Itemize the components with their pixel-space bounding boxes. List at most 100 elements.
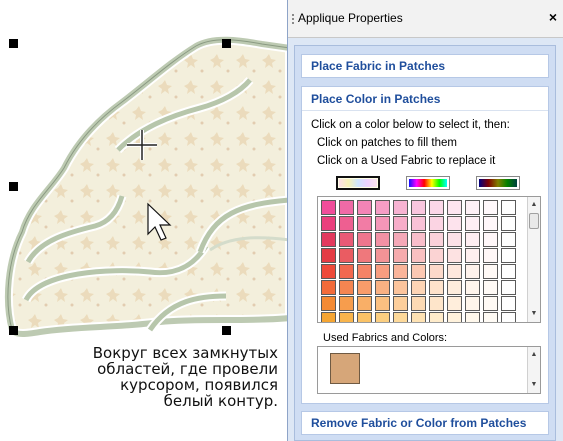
color-swatch[interactable] (429, 312, 444, 322)
color-swatch[interactable] (447, 264, 462, 279)
color-swatch[interactable] (411, 248, 426, 263)
color-swatch[interactable] (465, 200, 480, 215)
color-swatch[interactable] (447, 248, 462, 263)
design-canvas[interactable]: Вокруг всех замкнутых областей, где пров… (0, 0, 288, 441)
scroll-up-icon[interactable]: ▲ (528, 199, 540, 211)
scroll-up-icon[interactable]: ▲ (528, 349, 540, 361)
panel-titlebar[interactable]: Applique Properties × (288, 0, 563, 38)
color-swatch[interactable] (357, 232, 372, 247)
color-swatch[interactable] (429, 264, 444, 279)
selection-handle-bottom-center[interactable] (222, 326, 231, 335)
color-swatch[interactable] (411, 200, 426, 215)
color-swatch[interactable] (465, 280, 480, 295)
color-swatch[interactable] (375, 264, 390, 279)
color-swatch[interactable] (339, 232, 354, 247)
color-swatch[interactable] (483, 248, 498, 263)
color-swatch[interactable] (339, 216, 354, 231)
color-swatch[interactable] (393, 264, 408, 279)
color-swatch[interactable] (501, 296, 516, 311)
dark-palette-button[interactable] (476, 176, 520, 190)
drag-grip-icon[interactable] (292, 14, 294, 24)
color-swatch[interactable] (339, 296, 354, 311)
color-swatch[interactable] (321, 264, 336, 279)
place-color-section-header[interactable]: Place Color in Patches (302, 87, 548, 111)
color-swatch[interactable] (429, 216, 444, 231)
color-swatch[interactable] (393, 248, 408, 263)
scroll-down-icon[interactable]: ▼ (528, 379, 540, 391)
color-swatch[interactable] (465, 296, 480, 311)
color-swatch[interactable] (501, 248, 516, 263)
color-swatch[interactable] (393, 312, 408, 322)
color-swatch[interactable] (321, 312, 336, 322)
selection-handle-top-center[interactable] (222, 39, 231, 48)
color-swatch[interactable] (501, 200, 516, 215)
close-icon[interactable]: × (549, 9, 557, 25)
color-swatch[interactable] (411, 216, 426, 231)
color-swatch[interactable] (411, 232, 426, 247)
color-swatch[interactable] (447, 216, 462, 231)
color-swatch[interactable] (357, 296, 372, 311)
color-swatch[interactable] (465, 232, 480, 247)
color-swatch[interactable] (321, 216, 336, 231)
color-swatch[interactable] (501, 216, 516, 231)
color-swatch[interactable] (375, 248, 390, 263)
color-swatch[interactable] (375, 232, 390, 247)
place-fabric-section-header[interactable]: Place Fabric in Patches (301, 54, 549, 78)
color-swatch[interactable] (447, 296, 462, 311)
color-swatch[interactable] (357, 200, 372, 215)
color-swatch[interactable] (483, 264, 498, 279)
color-swatch[interactable] (393, 296, 408, 311)
color-swatch[interactable] (339, 248, 354, 263)
color-swatch[interactable] (411, 296, 426, 311)
color-swatch[interactable] (429, 280, 444, 295)
used-list-scrollbar[interactable]: ▲ ▼ (527, 347, 540, 393)
color-swatch[interactable] (411, 312, 426, 322)
color-swatch[interactable] (465, 312, 480, 322)
color-swatch[interactable] (339, 200, 354, 215)
color-swatch[interactable] (321, 200, 336, 215)
color-swatch[interactable] (501, 280, 516, 295)
color-swatch[interactable] (375, 216, 390, 231)
palette-scrollbar[interactable]: ▲ ▼ (527, 197, 540, 322)
color-swatch[interactable] (447, 232, 462, 247)
pastel-palette-button[interactable] (336, 176, 380, 190)
color-swatch[interactable] (501, 312, 516, 322)
color-swatch[interactable] (465, 216, 480, 231)
selection-handle-middle-left[interactable] (9, 182, 18, 191)
color-swatch[interactable] (357, 216, 372, 231)
used-color-swatch[interactable] (330, 353, 360, 384)
bright-palette-button[interactable] (406, 176, 450, 190)
color-swatch[interactable] (339, 280, 354, 295)
color-swatch[interactable] (393, 280, 408, 295)
color-swatch[interactable] (393, 232, 408, 247)
color-swatch[interactable] (483, 312, 498, 322)
color-swatch[interactable] (375, 200, 390, 215)
color-swatch[interactable] (339, 312, 354, 322)
color-swatch[interactable] (501, 264, 516, 279)
color-swatch[interactable] (375, 312, 390, 322)
color-swatch[interactable] (483, 216, 498, 231)
color-swatch[interactable] (411, 264, 426, 279)
color-swatch[interactable] (321, 280, 336, 295)
selection-handle-top-left[interactable] (9, 39, 18, 48)
color-swatch[interactable] (357, 280, 372, 295)
color-swatch[interactable] (483, 200, 498, 215)
color-swatch[interactable] (429, 248, 444, 263)
color-swatch[interactable] (375, 296, 390, 311)
color-swatch[interactable] (339, 264, 354, 279)
color-swatch[interactable] (447, 200, 462, 215)
color-swatch[interactable] (357, 264, 372, 279)
color-swatch[interactable] (411, 280, 426, 295)
color-swatch[interactable] (447, 312, 462, 322)
color-swatch[interactable] (357, 312, 372, 322)
color-swatch[interactable] (375, 280, 390, 295)
color-swatch[interactable] (321, 248, 336, 263)
remove-fabric-section-header[interactable]: Remove Fabric or Color from Patches (301, 411, 549, 435)
color-swatch[interactable] (483, 232, 498, 247)
scroll-down-icon[interactable]: ▼ (528, 308, 540, 320)
color-swatch[interactable] (465, 248, 480, 263)
color-swatch[interactable] (447, 280, 462, 295)
color-swatch[interactable] (393, 216, 408, 231)
color-swatch[interactable] (429, 200, 444, 215)
color-swatch[interactable] (465, 264, 480, 279)
